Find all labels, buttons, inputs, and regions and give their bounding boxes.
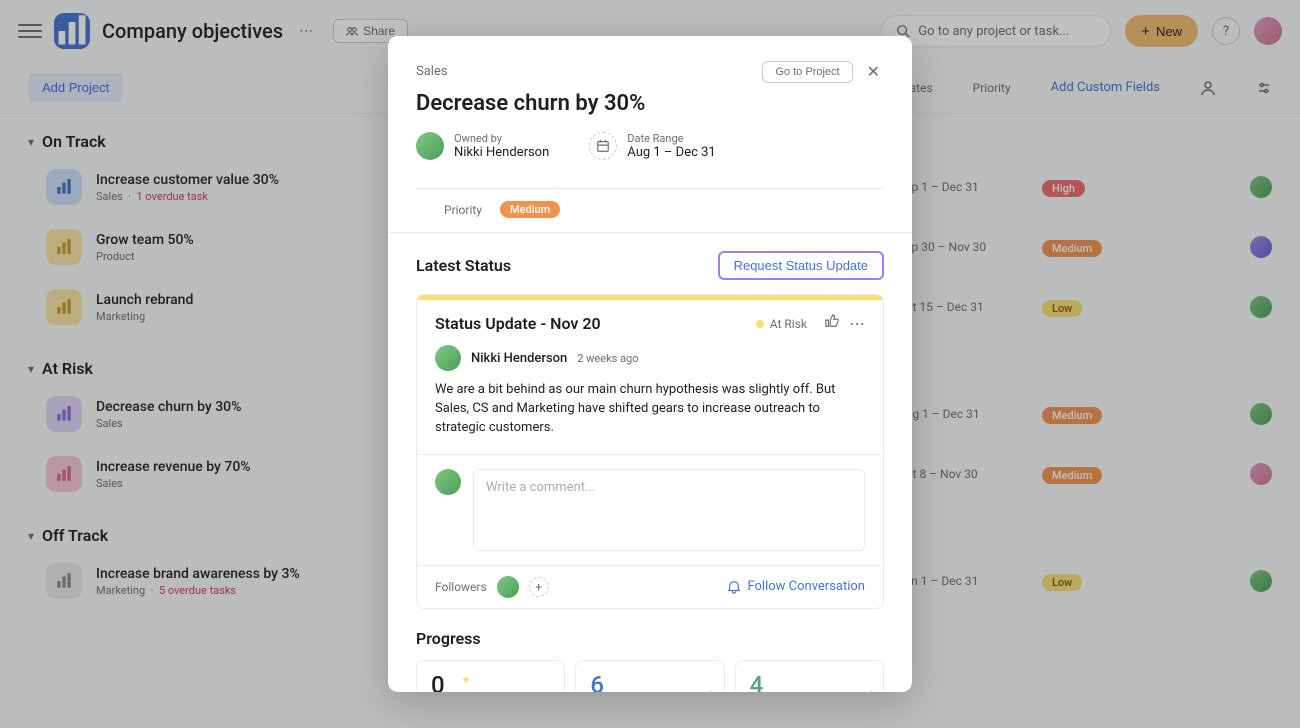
add-follower-button[interactable]: + [529,577,549,597]
modal-overlay: Sales Go to Project ✕ Decrease churn by … [0,0,1300,728]
like-icon[interactable] [825,314,839,333]
follower-avatar[interactable] [497,576,519,598]
status-badge: At Risk [756,317,807,331]
commenter-avatar [435,469,461,495]
chevron-right-icon: › [869,685,873,692]
go-to-project-button[interactable]: Go to Project [762,61,852,83]
close-icon[interactable]: ✕ [863,58,884,85]
sparkle-icon: ✦ [461,673,471,687]
priority-field[interactable]: Priority Medium [388,189,912,233]
overdue-tasks-card[interactable]: 0 ✦ Overdue Tasks [416,660,565,692]
project-detail-modal: Sales Go to Project ✕ Decrease churn by … [388,36,912,692]
chevron-right-icon: › [710,685,714,692]
modal-title: Decrease churn by 30% [416,91,884,116]
followers-label: Followers [435,580,487,594]
status-text: We are a bit behind as our main churn hy… [435,381,865,438]
owner-field[interactable]: Owned by Nikki Henderson [416,132,549,160]
author-timestamp: 2 weeks ago [577,352,638,365]
progress-heading: Progress [416,629,884,648]
more-icon[interactable]: ⋯ [849,314,865,333]
incomplete-tasks-card[interactable]: 6 Incomplete Tasks › [575,660,724,692]
comment-input[interactable]: Write a comment... [473,469,865,551]
priority-chip: Medium [500,201,560,218]
latest-status-heading: Latest Status [416,256,511,275]
status-update-title: Status Update - Nov 20 [435,314,601,333]
date-range-field[interactable]: Date Range Aug 1 – Dec 31 [589,132,715,160]
calendar-icon [589,132,617,160]
owner-avatar [416,132,444,160]
follow-conversation-button[interactable]: Follow Conversation [727,579,865,594]
author-name[interactable]: Nikki Henderson [471,351,567,366]
completed-tasks-card[interactable]: 4 Completed Tasks › [735,660,884,692]
request-status-update-button[interactable]: Request Status Update [718,251,884,280]
author-avatar [435,345,461,371]
status-update-card: Status Update - Nov 20 At Risk ⋯ [416,294,884,609]
breadcrumb[interactable]: Sales [416,64,448,79]
